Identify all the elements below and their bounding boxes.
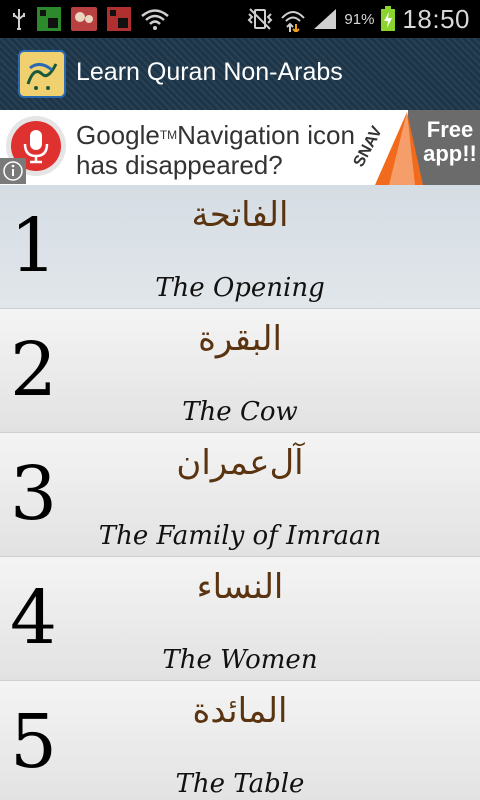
- surah-arabic-name: النساء: [196, 567, 284, 607]
- app-title: Learn Quran Non-Arabs: [76, 58, 343, 86]
- surah-english-name: The Opening: [155, 273, 325, 303]
- app-notification-icon: [70, 6, 98, 32]
- list-item[interactable]: 1 الفاتحة The Opening: [0, 185, 480, 309]
- snav-logo: SNAV: [345, 110, 425, 185]
- surah-arabic-name: الفاتحة: [191, 195, 289, 235]
- ad-cta-line1: Free: [426, 117, 474, 142]
- app-notification-icon: [36, 6, 62, 32]
- status-time: 18:50: [402, 3, 470, 34]
- battery-percent: 91%: [344, 10, 375, 28]
- surah-arabic-name: البقرة: [198, 319, 282, 359]
- status-icons-right: 91% 18:50: [246, 3, 470, 34]
- surah-list: 1 الفاتحة The Opening 2 البقرة The Cow 3…: [0, 185, 480, 800]
- usb-icon: [10, 7, 28, 31]
- surah-english-name: The Family of Imraan: [98, 521, 382, 551]
- app-title-bar: Learn Quran Non-Arabs: [0, 38, 480, 110]
- status-bar: 91% 18:50: [0, 0, 480, 38]
- surah-english-name: The Cow: [182, 397, 298, 427]
- surah-arabic-name: المائدة: [192, 691, 288, 731]
- signal-icon: [312, 7, 338, 31]
- ad-headline-google: Google: [76, 120, 160, 150]
- surah-arabic-name: آل‌عمران: [176, 443, 304, 483]
- ad-banner[interactable]: GoogleTMNavigation icon has disappeared?…: [0, 110, 480, 185]
- app-logo-icon[interactable]: [18, 50, 66, 98]
- ad-cta-line2: app!!: [423, 141, 477, 166]
- ad-headline-line2: has disappeared?: [76, 150, 283, 180]
- surah-english-name: The Table: [175, 769, 305, 799]
- battery-charging-icon: [380, 6, 396, 32]
- ad-info-icon[interactable]: [0, 158, 26, 184]
- vibrate-mute-icon: [246, 7, 274, 31]
- surah-english-name: The Women: [162, 645, 318, 675]
- data-transfer-icon: [280, 6, 306, 32]
- list-item[interactable]: 2 البقرة The Cow: [0, 309, 480, 433]
- list-item[interactable]: 4 النساء The Women: [0, 557, 480, 681]
- list-item[interactable]: 5 المائدة The Table: [0, 681, 480, 800]
- ad-headline-rest: Navigation icon: [177, 120, 355, 150]
- ad-cta[interactable]: Free app!!: [420, 118, 480, 166]
- ad-headline: GoogleTMNavigation icon has disappeared?: [76, 120, 355, 180]
- list-item[interactable]: 3 آل‌عمران The Family of Imraan: [0, 433, 480, 557]
- status-icons-left: [10, 6, 170, 32]
- wifi-icon: [140, 7, 170, 31]
- app-notification-icon: [106, 6, 132, 32]
- ad-trademark: TM: [159, 128, 178, 142]
